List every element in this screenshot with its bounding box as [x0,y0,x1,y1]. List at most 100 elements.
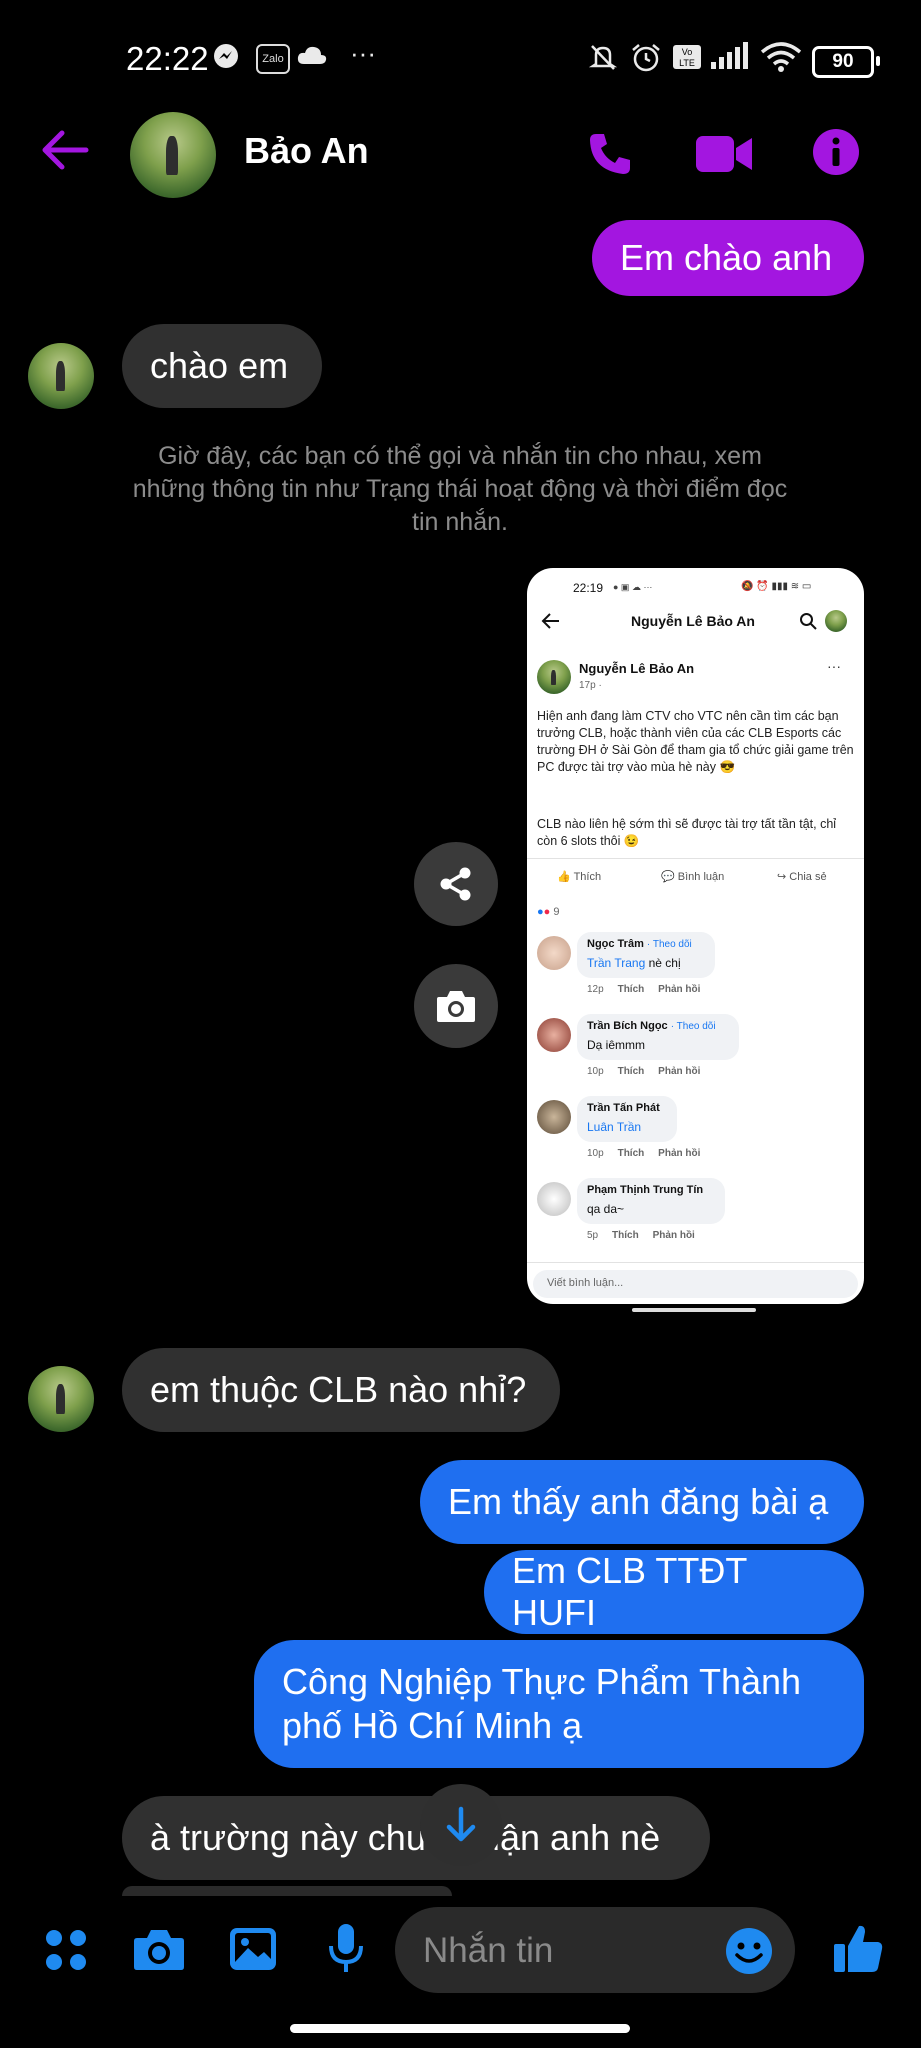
shot-like-label: Thích [573,871,602,883]
shot-reactions: ●● 9 [537,906,560,918]
shot-comment-reply: Phản hồi [658,984,701,995]
shot-comment-like: Thích [617,1066,645,1077]
battery-indicator: 90 [812,46,880,78]
shot-comment-reply: Phản hồi [658,1148,701,1159]
shot-comment-time: 10p [587,1148,604,1159]
shot-post-text-2: CLB nào liên hệ sớm thì sẽ được tài trợ … [537,817,837,848]
shot-comment-meta: 10p Thích Phản hồi [587,1148,700,1159]
contact-avatar-small[interactable] [28,1366,94,1432]
shot-post-more-icon: ··· [827,658,841,674]
shot-profile-avatar [825,610,847,632]
shot-back-icon [541,612,561,635]
phone-call-icon[interactable] [586,130,634,183]
incoming-message[interactable]: em thuộc CLB nào nhỉ? [122,1348,560,1432]
shot-share-icon: ↪ [777,871,790,883]
shot-commenter-avatar [537,1100,571,1134]
shot-comment-name: Ngọc Trâm [587,938,644,950]
microphone-icon[interactable] [326,1922,366,1979]
save-photo-button[interactable] [414,964,498,1048]
shot-comment-like: Thích [617,984,645,995]
thumbs-up-icon[interactable] [832,1922,884,1979]
shot-title: Nguyễn Lê Bảo An [631,613,755,629]
shot-divider [527,1262,864,1263]
outgoing-message[interactable]: Công Nghiệp Thực Phẩm Thành phố Hồ Chí M… [254,1640,864,1768]
camera-icon [437,991,475,1022]
shared-image[interactable]: 22:19 ● ▣ ☁ ··· 🔕 ⏰ ▮▮▮ ≋ ▭ Nguyễn Lê Bả… [527,568,864,1304]
menu-grid-icon[interactable] [44,1928,88,1977]
shot-comment-like: Thích [617,1148,645,1159]
shot-divider [527,858,864,859]
wifi-icon [760,42,802,79]
back-arrow-icon[interactable] [40,128,90,177]
zalo-icon: Zalo [256,44,290,74]
share-button[interactable] [414,842,498,926]
shot-commenter-avatar [537,1182,571,1216]
shot-comment-meta: 10p Thích Phản hồi [587,1066,700,1077]
scroll-to-bottom-button[interactable] [420,1784,502,1866]
shot-comment-name: Trần Tấn Phát [587,1102,660,1114]
svg-text:Vo: Vo [682,47,693,57]
shot-comment-action: 💬 Bình luận [661,870,724,883]
volte-icon: Vo LTE [672,44,702,77]
shot-comment-tag: Luân Trần [587,1120,642,1134]
shot-comment-meta: 5p Thích Phản hồi [587,1230,695,1241]
outgoing-message[interactable]: Em chào anh [592,220,864,296]
shot-comment-time: 10p [587,1066,604,1077]
mute-icon [588,42,618,79]
shot-commenter-avatar [537,1018,571,1052]
shot-comment-follow: · Theo dõi [646,939,692,950]
shot-comment-time: 5p [587,1230,599,1241]
shot-share-action: ↪ Chia sẻ [777,870,827,883]
shot-comment-tag: Trần Trang [587,956,646,970]
signal-icon [710,42,752,77]
svg-text:LTE: LTE [679,58,695,68]
shot-post-meta: 17p · [579,680,602,691]
shot-like-action: 👍 Thích [557,870,601,883]
incoming-message[interactable]: à trường này chưa quận anh nè [122,1796,710,1880]
shot-comment-follow: · Theo dõi [670,1021,716,1032]
shot-author-avatar [537,660,571,694]
shot-comment-reply: Phản hồi [652,1230,695,1241]
shot-share-label: Chia sẻ [789,871,827,883]
shot-comment-meta: 12p Thích Phản hồi [587,984,700,995]
incoming-message[interactable]: chào em [122,324,322,408]
shot-comment-name: Phạm Thịnh Trung Tín [587,1184,704,1196]
image-indicator [632,1308,756,1312]
video-call-icon[interactable] [694,134,754,179]
shot-comment-text: nè chị [645,956,681,970]
shot-commenter-avatar [537,936,571,970]
shot-comment-label: Bình luận [677,871,725,883]
more-notifications-icon: ··· [350,38,376,68]
contact-avatar-small[interactable] [28,343,94,409]
outgoing-message[interactable]: Em CLB TTĐT HUFI [484,1550,864,1634]
shot-comment-placeholder: Viết bình luận... [547,1277,624,1289]
status-time: 22:22 [126,40,209,77]
alarm-icon [630,42,662,81]
shot-comment-reply: Phản hồi [658,1066,701,1077]
shot-comment-time: 12p [587,984,604,995]
arrow-down-icon [446,1806,476,1842]
shot-comment-text: qa da~ [587,1202,625,1216]
next-message-edge [122,1886,452,1896]
outgoing-message[interactable]: Em thấy anh đăng bài ạ [420,1460,864,1544]
message-input-placeholder: Nhắn tin [423,1931,554,1970]
shot-comment-icon: 💬 [661,871,678,883]
camera-button-icon[interactable] [132,1926,186,1977]
emoji-icon[interactable] [725,1927,773,1980]
shot-status-icons: ● ▣ ☁ ··· [613,582,653,592]
shot-status-time: 22:19 [573,581,604,595]
shot-comment-input: Viết bình luận... [533,1270,858,1298]
contact-name[interactable]: Bảo An [244,130,369,172]
info-icon[interactable] [812,128,860,181]
shot-like-reaction-icon: ● [537,906,544,918]
gallery-icon[interactable] [228,1926,278,1977]
shot-comment-body: Trần Trang nè chị [587,956,681,970]
shot-author-name: Nguyễn Lê Bảo An [579,661,695,676]
shot-love-reaction-icon: ● [543,906,551,918]
shot-reaction-count: 9 [553,906,560,918]
message-input[interactable]: Nhắn tin [395,1907,795,1993]
shot-search-icon [799,612,817,635]
contact-avatar[interactable] [130,112,216,198]
shot-comment-head: Ngọc Trâm · Theo dõi [587,938,692,950]
shot-status-right-icons: 🔕 ⏰ ▮▮▮ ≋ ▭ [741,581,812,592]
